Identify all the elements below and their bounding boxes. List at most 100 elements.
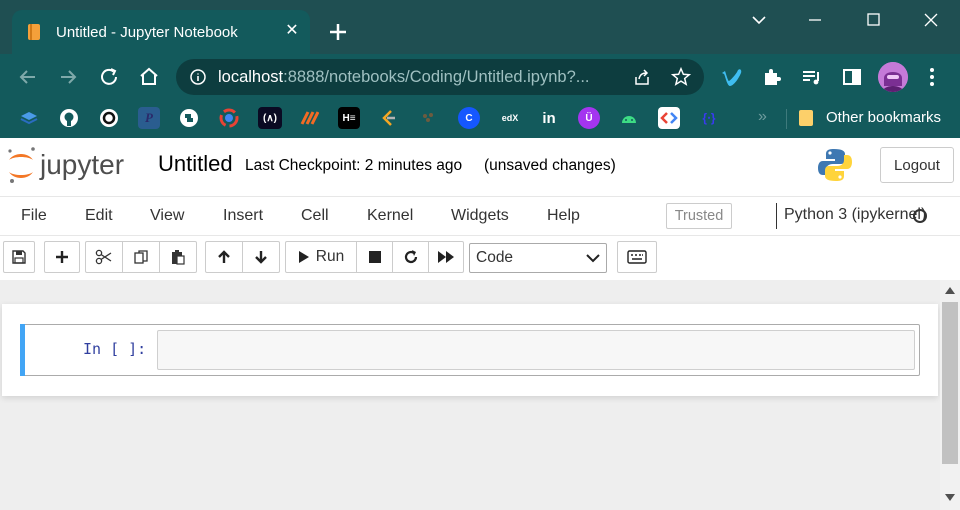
site-info-icon[interactable]	[190, 69, 206, 85]
browser-toolbar: localhost:8888/notebooks/Coding/Untitled…	[0, 54, 960, 100]
codecademy-icon[interactable]: C	[458, 107, 480, 129]
menu-kernel[interactable]: Kernel	[367, 207, 413, 225]
back-arrow-icon[interactable]	[16, 65, 40, 89]
github-icon[interactable]	[58, 107, 80, 129]
chevron-down-icon	[586, 254, 600, 263]
python-p-icon[interactable]: P	[138, 107, 160, 129]
reload-icon[interactable]	[97, 65, 121, 89]
input-prompt: In [ ]:	[83, 340, 147, 358]
paste-clipboard-icon	[172, 250, 185, 265]
tab-search-chevron-icon[interactable]	[744, 8, 774, 32]
menu-edit[interactable]: Edit	[85, 207, 113, 225]
notebook-toolbar: Run Code	[0, 236, 960, 280]
kernel-name: Python 3 (ipykernel)	[784, 206, 927, 223]
bookmarks-overflow-chevron[interactable]: »	[758, 108, 767, 126]
home-icon[interactable]	[137, 65, 161, 89]
browser-menu-icon[interactable]	[922, 65, 942, 89]
arrow-down-icon	[255, 251, 267, 264]
other-bookmarks-link[interactable]: Other bookmarks	[826, 109, 941, 126]
browser-title-bar: Untitled - Jupyter Notebook ✕	[0, 0, 960, 54]
cut-cells-button[interactable]	[85, 241, 123, 273]
cell-type-value: Code	[476, 249, 514, 266]
save-button[interactable]	[3, 241, 35, 273]
url-text: localhost:8888/notebooks/Coding/Untitled…	[218, 68, 590, 86]
unsaved-changes-indicator: (unsaved changes)	[484, 157, 616, 174]
jupyter-logo[interactable]: jupyter	[6, 146, 146, 186]
media-queue-icon[interactable]	[800, 65, 824, 89]
plus-icon	[56, 251, 68, 263]
freecodecamp-icon[interactable]: (∧)	[258, 107, 282, 129]
code-input-area[interactable]	[157, 330, 915, 370]
scissors-icon	[95, 249, 112, 265]
forward-arrow-icon[interactable]	[56, 65, 80, 89]
menu-view[interactable]: View	[150, 207, 184, 225]
restart-run-all-button[interactable]	[428, 241, 464, 273]
menu-file[interactable]: File	[21, 207, 47, 225]
notebook-favicon-icon	[28, 24, 40, 40]
codechef-icon[interactable]	[418, 107, 440, 129]
keyboard-icon	[627, 250, 647, 264]
layers-icon[interactable]	[18, 107, 40, 129]
scrollbar-thumb[interactable]	[942, 302, 958, 464]
stop-icon	[368, 251, 381, 263]
linkedin-icon[interactable]: in	[538, 107, 560, 129]
window-close-icon[interactable]	[916, 8, 946, 32]
jupyter-logo-text: jupyter	[39, 149, 124, 180]
bookmarks-separator	[786, 109, 787, 129]
fast-forward-icon	[438, 251, 454, 263]
bookmark-star-icon[interactable]	[670, 66, 692, 88]
new-tab-plus-icon[interactable]	[326, 20, 350, 44]
selected-cell-indicator	[20, 324, 25, 376]
menu-insert[interactable]: Insert	[223, 207, 263, 225]
move-cells-down-button[interactable]	[242, 241, 280, 273]
move-cells-up-button[interactable]	[205, 241, 243, 273]
restart-kernel-button[interactable]	[392, 241, 429, 273]
android-icon[interactable]	[618, 107, 640, 129]
paste-cells-button[interactable]	[159, 241, 197, 273]
address-bar[interactable]: localhost:8888/notebooks/Coding/Untitled…	[176, 59, 704, 95]
logout-button[interactable]: Logout	[880, 147, 954, 183]
gdg-icon[interactable]	[218, 107, 240, 129]
copy-icon	[134, 250, 148, 264]
interrupt-kernel-button[interactable]	[356, 241, 393, 273]
udemy-icon[interactable]: Ü	[578, 107, 600, 129]
notebook-name[interactable]: Untitled	[158, 151, 233, 177]
scroll-up-arrow-icon[interactable]	[945, 286, 955, 294]
notebook-page: In [ ]:	[2, 304, 938, 396]
python-icon[interactable]	[178, 107, 200, 129]
scroll-down-arrow-icon[interactable]	[945, 494, 955, 502]
tab-close-icon[interactable]: ✕	[282, 21, 302, 41]
tab-title: Untitled - Jupyter Notebook	[56, 24, 238, 41]
edx-icon[interactable]: edX	[498, 107, 522, 129]
browser-tab-active[interactable]: Untitled - Jupyter Notebook ✕	[12, 10, 310, 54]
run-button-label: Run	[315, 248, 345, 265]
maximize-icon[interactable]	[858, 8, 888, 32]
google-dev-icon[interactable]	[658, 107, 680, 129]
menu-widgets[interactable]: Widgets	[451, 207, 509, 225]
menu-cell[interactable]: Cell	[301, 207, 329, 225]
share-icon[interactable]	[632, 67, 652, 87]
codeforces-icon[interactable]	[298, 107, 320, 129]
code-cell[interactable]: In [ ]:	[20, 324, 920, 376]
side-panel-icon[interactable]	[840, 65, 864, 89]
menu-help[interactable]: Help	[547, 207, 580, 225]
copy-cells-button[interactable]	[122, 241, 160, 273]
kernel-idle-indicator-icon	[913, 209, 927, 223]
insert-cell-below-button[interactable]	[44, 241, 80, 273]
codewars-icon[interactable]	[98, 107, 120, 129]
profile-avatar[interactable]	[878, 62, 908, 92]
run-cell-button[interactable]: Run	[285, 241, 357, 273]
arrow-up-icon	[218, 250, 230, 263]
cell-type-select[interactable]: Code	[469, 243, 607, 273]
json-icon[interactable]: {⋅}	[698, 107, 720, 129]
page-scrollbar[interactable]	[940, 280, 960, 510]
minimize-icon[interactable]	[800, 8, 830, 32]
trusted-indicator[interactable]: Trusted	[666, 203, 732, 229]
extensions-puzzle-icon[interactable]	[760, 65, 784, 89]
command-palette-button[interactable]	[617, 241, 657, 273]
vimeo-extension-icon[interactable]	[720, 65, 744, 89]
leetcode-icon[interactable]	[378, 107, 400, 129]
profile-ninja-icon	[878, 62, 908, 92]
folder-icon	[799, 110, 813, 126]
hackerearth-icon[interactable]: H≡	[338, 107, 360, 129]
